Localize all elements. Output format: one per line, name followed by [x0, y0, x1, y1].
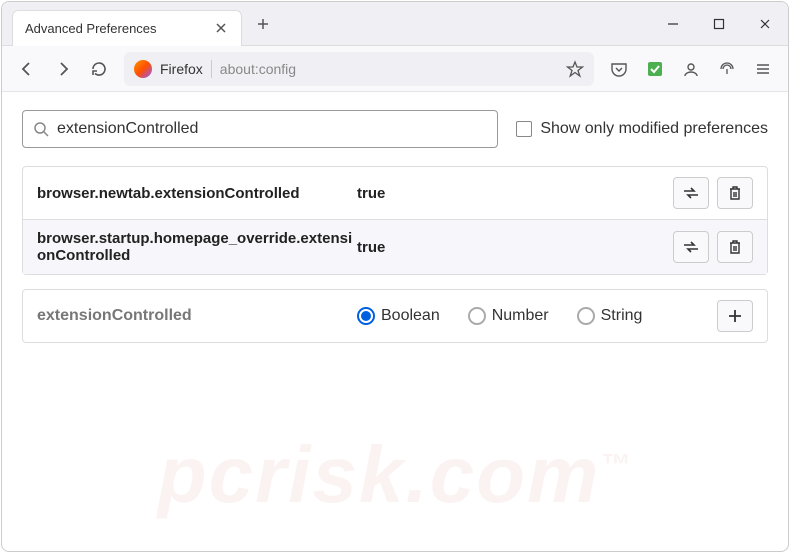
close-window-button[interactable]	[742, 2, 788, 46]
menu-button[interactable]	[746, 52, 780, 86]
minimize-button[interactable]	[650, 2, 696, 46]
tab-title: Advanced Preferences	[25, 21, 213, 36]
create-pref-name: extensionControlled	[37, 307, 357, 325]
pocket-icon[interactable]	[602, 52, 636, 86]
account-icon[interactable]	[674, 52, 708, 86]
create-pref-row: extensionControlled Boolean Number Strin…	[22, 289, 768, 343]
type-options: Boolean Number String	[357, 307, 717, 325]
modified-only-checkbox[interactable]	[516, 121, 532, 137]
pref-value: true	[357, 185, 673, 202]
radio-input[interactable]	[577, 307, 595, 325]
modified-only-checkbox-wrap[interactable]: Show only modified preferences	[516, 120, 768, 138]
pref-name: browser.newtab.extensionControlled	[37, 185, 357, 202]
delete-button[interactable]	[717, 231, 753, 263]
back-button[interactable]	[10, 52, 44, 86]
add-button[interactable]	[717, 300, 753, 332]
browser-tab[interactable]: Advanced Preferences	[12, 10, 242, 46]
browser-window: Advanced Preferences Firefox about:confi…	[1, 1, 789, 552]
window-controls	[650, 2, 788, 46]
preferences-table: browser.newtab.extensionControlled true …	[22, 166, 768, 275]
url-divider	[211, 60, 212, 78]
search-icon	[33, 121, 49, 137]
pref-row: browser.startup.homepage_override.extens…	[23, 219, 767, 274]
url-path: about:config	[220, 61, 296, 77]
radio-label: String	[601, 307, 643, 325]
url-bar[interactable]: Firefox about:config	[124, 52, 594, 86]
search-input-wrap	[22, 110, 498, 148]
pref-name: browser.startup.homepage_override.extens…	[37, 230, 357, 264]
watermark: pcrisk.com™	[158, 429, 632, 521]
radio-label: Number	[492, 307, 549, 325]
radio-number[interactable]: Number	[468, 307, 549, 325]
toggle-button[interactable]	[673, 177, 709, 209]
page-content: Show only modified preferences browser.n…	[2, 92, 788, 551]
new-tab-button[interactable]	[248, 17, 278, 31]
pref-row: browser.newtab.extensionControlled true	[23, 167, 767, 219]
radio-label: Boolean	[381, 307, 440, 325]
modified-only-label: Show only modified preferences	[540, 120, 768, 138]
delete-button[interactable]	[717, 177, 753, 209]
titlebar: Advanced Preferences	[2, 2, 788, 46]
close-tab-icon[interactable]	[213, 20, 229, 36]
search-row: Show only modified preferences	[22, 110, 768, 148]
bookmark-star-icon[interactable]	[566, 60, 584, 78]
radio-string[interactable]: String	[577, 307, 643, 325]
radio-boolean[interactable]: Boolean	[357, 307, 440, 325]
toggle-button[interactable]	[673, 231, 709, 263]
radio-input[interactable]	[357, 307, 375, 325]
forward-button[interactable]	[46, 52, 80, 86]
reload-button[interactable]	[82, 52, 116, 86]
pref-value: true	[357, 239, 673, 256]
extension-icon[interactable]	[638, 52, 672, 86]
nav-toolbar: Firefox about:config	[2, 46, 788, 92]
url-identity: Firefox	[160, 61, 203, 77]
search-input[interactable]	[57, 120, 487, 138]
firefox-icon	[134, 60, 152, 78]
overflow-icon[interactable]	[710, 52, 744, 86]
radio-input[interactable]	[468, 307, 486, 325]
maximize-button[interactable]	[696, 2, 742, 46]
